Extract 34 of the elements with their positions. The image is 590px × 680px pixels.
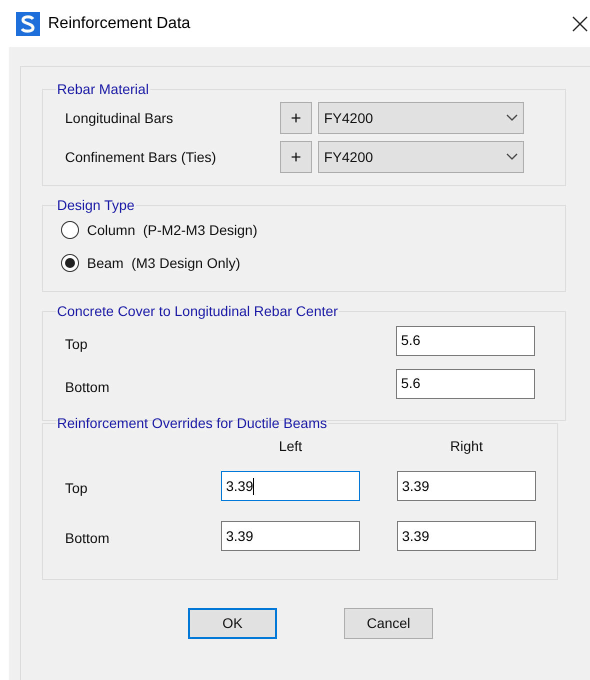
window-title: Reinforcement Data xyxy=(48,14,190,34)
add-button[interactable]: + xyxy=(280,141,312,173)
group-title: Design Type xyxy=(56,197,136,213)
column-header: Right xyxy=(449,436,484,456)
field-label: Longitudinal Bars xyxy=(64,108,174,128)
radio-button[interactable] xyxy=(61,254,79,272)
field-label: Confinement Bars (Ties) xyxy=(64,148,218,167)
text-field[interactable]: 5.6 xyxy=(396,326,535,356)
dialog-button[interactable]: OK xyxy=(188,608,277,639)
chevron-down-icon xyxy=(506,114,518,122)
field-label: Bottom xyxy=(64,528,110,548)
app-logo-icon xyxy=(16,12,40,36)
text-cursor xyxy=(253,478,254,494)
radio-label: Beam (M3 Design Only) xyxy=(87,254,240,273)
material-dropdown[interactable]: FY4200 xyxy=(318,102,524,134)
group-title: Reinforcement Overrides for Ductile Beams xyxy=(56,415,328,431)
radio-label: Column (P-M2-M3 Design) xyxy=(87,220,258,240)
field-label: Top xyxy=(64,335,89,354)
dialog-button[interactable]: Cancel xyxy=(344,608,433,639)
add-button[interactable]: + xyxy=(280,102,312,134)
chevron-down-icon xyxy=(506,153,518,161)
text-field[interactable]: 3.39 xyxy=(221,471,360,501)
text-field[interactable]: 5.6 xyxy=(396,368,535,398)
text-field[interactable]: 3.39 xyxy=(397,471,536,501)
close-icon[interactable] xyxy=(572,16,588,32)
text-field[interactable]: 3.39 xyxy=(221,521,360,551)
material-dropdown[interactable]: FY4200 xyxy=(318,141,524,173)
field-label: Top xyxy=(64,478,89,498)
text-field[interactable]: 3.39 xyxy=(397,521,536,551)
column-header: Left xyxy=(278,436,304,456)
field-label: Bottom xyxy=(64,378,110,397)
group-title: Rebar Material xyxy=(56,81,150,97)
radio-button[interactable] xyxy=(61,221,79,239)
group-title: Concrete Cover to Longitudinal Rebar Center xyxy=(56,303,339,319)
